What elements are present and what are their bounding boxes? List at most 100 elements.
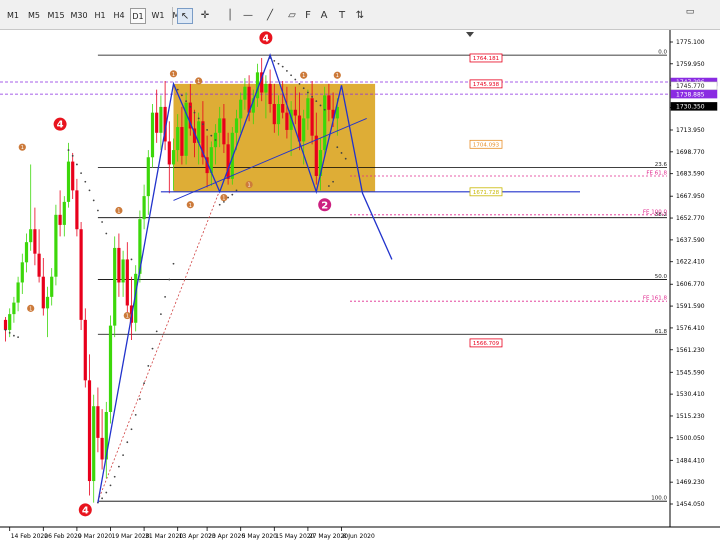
candle-body: [100, 437, 104, 460]
parabolic-sar-dot: [17, 336, 19, 339]
arrows-icon[interactable]: ⇅: [352, 8, 368, 24]
price-axis-label: 1515.230: [676, 413, 705, 420]
candle-body: [41, 276, 45, 309]
candle-body: [239, 99, 243, 119]
price-label-text: 1671.728: [473, 190, 500, 196]
price-axis-label: 1683.590: [676, 171, 705, 178]
candle-body: [327, 95, 331, 110]
fib-level-label: 23.6: [655, 162, 668, 168]
price-axis-label: 1484.410: [676, 457, 705, 464]
parabolic-sar-dot: [172, 262, 175, 265]
parabolic-sar-dot: [210, 134, 213, 137]
parabolic-sar-dot: [155, 330, 158, 333]
chart-toolbar: M1M5M15M30H1H4D1W1MN↖✛│—╱▱FAT⇅▭: [0, 0, 720, 30]
candle-body: [281, 104, 285, 113]
wave-count-label: 4: [82, 505, 89, 516]
parabolic-sar-dot: [176, 88, 179, 91]
price-chart[interactable]: 0.023.638.250.061.8100.0FE 61.8FE 100.0F…: [0, 30, 720, 543]
candle-body: [243, 86, 247, 100]
candle-body: [159, 106, 163, 133]
candle-body: [24, 242, 29, 263]
candle-body: [125, 259, 129, 306]
wave-count-label: 4: [57, 120, 64, 131]
timeframe-m30-button[interactable]: M30: [69, 8, 89, 24]
candle-body: [62, 201, 66, 225]
parabolic-sar-dot: [130, 428, 133, 431]
price-tag-text: 1738.885: [676, 91, 705, 98]
price-axis-label: 1775.100: [676, 39, 705, 46]
timeframe-h1-button[interactable]: H1: [92, 8, 108, 24]
fib-level-label: 61.8: [655, 329, 668, 335]
candle-body: [58, 214, 62, 225]
parabolic-sar-dot: [80, 172, 82, 174]
candle-body: [323, 95, 327, 151]
fibonacci-icon[interactable]: F: [300, 8, 316, 24]
parabolic-sar-dot: [189, 106, 192, 108]
vertical-line-icon[interactable]: │: [222, 8, 238, 24]
candle-body: [306, 98, 310, 119]
parabolic-sar-dot: [202, 123, 204, 126]
candle-body: [20, 262, 24, 283]
timeframe-m5-button[interactable]: M5: [25, 8, 43, 24]
wave-marker-label: 1: [189, 203, 192, 209]
text-label-icon[interactable]: T: [334, 8, 350, 24]
candle-body: [285, 112, 289, 130]
price-label-text: 1704.093: [473, 142, 500, 148]
toolbar-separator: [172, 7, 173, 25]
candle-body: [29, 229, 33, 243]
timeframe-h4-button[interactable]: H4: [111, 8, 127, 24]
timeframe-m1-button[interactable]: M1: [4, 8, 22, 24]
parabolic-sar-dot: [147, 365, 150, 367]
parabolic-sar-dot: [181, 94, 183, 97]
equidistant-channel-icon[interactable]: ▱: [284, 8, 300, 24]
candle-body: [121, 259, 125, 283]
wave-count-label: 4: [262, 33, 269, 44]
parabolic-sar-dot: [13, 334, 15, 337]
horizontal-line-icon[interactable]: —: [240, 8, 256, 24]
parabolic-sar-dot: [323, 108, 326, 111]
price-tag-text: 1730.350: [676, 104, 705, 111]
chart-shift-marker: [466, 32, 474, 37]
parabolic-sar-dot: [311, 95, 313, 98]
crosshair-icon[interactable]: ✛: [197, 8, 213, 24]
parabolic-sar-dot: [336, 146, 339, 149]
time-axis-label: 19 Mar 2020: [112, 533, 150, 540]
trend-line-icon[interactable]: ╱: [262, 8, 278, 24]
parabolic-sar-dot: [4, 329, 7, 331]
window-icon[interactable]: ▭: [682, 4, 698, 20]
timeframe-m15-button[interactable]: M15: [46, 8, 66, 24]
fib-level-label: 100.0: [651, 496, 667, 502]
price-axis-label: 1637.590: [676, 237, 705, 244]
price-axis-label: 1545.590: [676, 369, 705, 376]
parabolic-sar-dot: [328, 185, 330, 187]
candle-body: [45, 296, 50, 309]
candle-body: [54, 214, 58, 277]
candle-body: [276, 104, 281, 125]
parabolic-sar-dot: [193, 111, 196, 114]
cursor-arrow-icon[interactable]: ↖: [177, 8, 193, 24]
candle-body: [302, 118, 306, 142]
parabolic-sar-dot: [286, 70, 288, 72]
price-label-text: 1764.181: [473, 56, 499, 62]
price-axis-label: 1667.950: [676, 193, 705, 200]
parabolic-sar-dot: [101, 497, 103, 500]
parabolic-sar-dot: [151, 347, 154, 350]
candle-body: [310, 98, 314, 136]
wave-count-label: 2: [321, 200, 328, 211]
parabolic-sar-dot: [84, 180, 87, 183]
timeframe-w1-button[interactable]: W1: [149, 8, 167, 24]
price-axis-label: 1622.410: [676, 259, 705, 266]
price-axis-label: 1469.230: [676, 479, 705, 486]
price-axis-label: 1606.770: [676, 281, 705, 288]
time-axis-label: 9 Mar 2020: [78, 533, 112, 540]
candle-body: [87, 380, 92, 482]
parabolic-sar-dot: [214, 139, 217, 141]
candle-body: [108, 325, 113, 412]
text-icon[interactable]: A: [316, 8, 332, 24]
price-axis-label: 1576.410: [676, 325, 705, 332]
timeframe-d1-button[interactable]: D1: [130, 8, 146, 24]
wave-marker-label: 1: [126, 314, 129, 320]
parabolic-sar-dot: [231, 193, 234, 196]
price-axis-label: 1530.410: [676, 391, 705, 398]
candle-body: [37, 253, 41, 277]
